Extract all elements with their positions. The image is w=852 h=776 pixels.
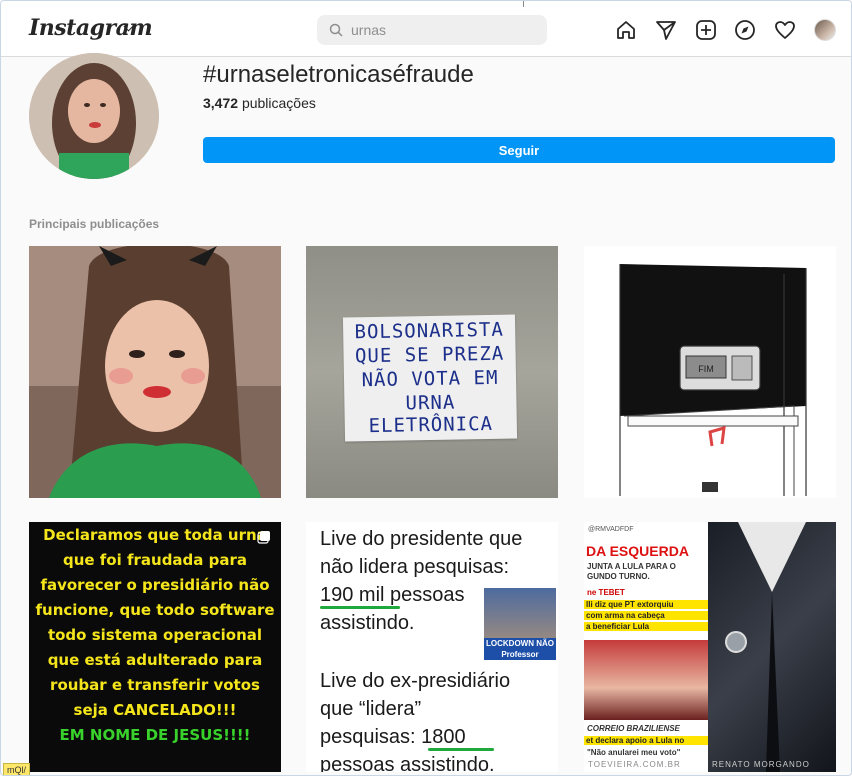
quote-line: com arma na cabeça — [584, 611, 708, 620]
green-underline — [428, 748, 494, 751]
post-text-line: funcione, que todo software — [35, 601, 275, 619]
hashtag-title: #urnaseletronicaséfraude — [203, 61, 474, 88]
sign-line: BOLSONARISTA — [354, 318, 505, 344]
post-text-line: que está adulterado para — [47, 651, 263, 669]
post-text-line: que foi fraudada para — [62, 551, 248, 569]
quote-line: et declara apoio a Lula no — [584, 736, 708, 745]
machine-screen-text: FIM — [698, 364, 714, 374]
sign-line: URNA — [405, 391, 456, 415]
voting-booth-illustration: FIM — [619, 264, 807, 496]
post-count: 3,472 publicações — [203, 95, 316, 111]
direct-message-icon[interactable] — [655, 19, 677, 41]
post-text-line: pessoas assistindo. — [320, 754, 495, 772]
search-input[interactable] — [351, 15, 531, 45]
post-thumbnail-1[interactable] — [29, 246, 281, 498]
sign-line: QUE SE PREZA — [354, 342, 505, 368]
politician-photo — [584, 640, 708, 720]
newspaper-name: CORREIO BRAZILIENSE — [587, 724, 680, 733]
account-handle: @RMVADFDF — [588, 526, 634, 533]
post-thumbnail-2[interactable]: BOLSONARISTA QUE SE PREZA NÃO VOTA EM UR… — [306, 246, 558, 498]
home-icon[interactable] — [615, 19, 637, 41]
hashtag-profile-image — [29, 53, 159, 179]
post-thumbnail-3[interactable]: FIM — [584, 246, 836, 498]
divider — [523, 1, 524, 7]
heart-icon[interactable] — [774, 19, 796, 41]
watch-illustration — [725, 522, 806, 772]
post-text-line: seja CANCELADO!!! — [73, 701, 237, 719]
quote-title: ne TEBET — [587, 588, 625, 597]
post-thumbnail-4[interactable]: Declaramos que toda urna que foi fraudad… — [29, 522, 281, 772]
lockdown-badge: LOCKDOWN NÃO Professor — [484, 638, 556, 660]
post-text-line: não lidera pesquisas: — [320, 556, 510, 578]
browser-frame: Instagram urnas #urnaseletronicaséfraude… — [0, 0, 852, 776]
post-text-line: pesquisas: 1800 — [320, 726, 466, 748]
post-count-number: 3,472 — [203, 95, 239, 111]
post-text-line: todo sistema operacional — [47, 626, 263, 644]
post-text-line: roubar e transferir votos — [50, 676, 260, 694]
post-text-line: EM NOME DE JESUS!!!! — [59, 726, 251, 744]
post-text-line: Declaramos que toda urna — [43, 526, 267, 544]
instagram-logo[interactable]: Instagram — [29, 15, 153, 41]
post-text-line: que “lidera” — [320, 698, 422, 720]
watermark: TOEVIEIRA.COM.BR — [588, 760, 681, 769]
post-thumbnail-6[interactable]: @RMVADFDF DA ESQUERDA JUNTA A LULA PARA … — [584, 522, 836, 772]
post-thumbnail-5[interactable]: Live do presidente que não lidera pesqui… — [306, 522, 558, 772]
watermark: RENATO MORGANDO — [712, 760, 810, 769]
headline: DA ESQUERDA — [584, 542, 708, 560]
green-underline — [320, 606, 400, 609]
subheadline: JUNTA A LULA PARA O — [587, 562, 676, 571]
top-navigation-bar: Instagram — [1, 1, 851, 57]
quote-line: lli diz que PT extorquiu — [584, 600, 708, 609]
portrait-photo — [29, 246, 281, 498]
sign-line: NÃO VOTA EM — [361, 366, 499, 392]
protest-sign: BOLSONARISTA QUE SE PREZA NÃO VOTA EM UR… — [342, 314, 518, 442]
search-icon — [329, 23, 343, 37]
quote-line: a beneficiar Lula — [584, 622, 708, 631]
multiple-images-icon — [257, 531, 270, 544]
quote-line: "Não anularei meu voto" — [587, 748, 681, 757]
post-text-line: 190 mil pessoas — [320, 584, 465, 606]
follow-button[interactable]: Seguir — [203, 137, 835, 163]
profile-avatar[interactable] — [814, 19, 836, 41]
top-posts-label: Principais publicações — [29, 217, 160, 231]
news-collage: @RMVADFDF DA ESQUERDA JUNTA A LULA PARA … — [584, 522, 708, 772]
embedded-photo: LOCKDOWN NÃO Professor — [484, 588, 556, 660]
post-text-line: Live do presidente que — [320, 528, 523, 550]
explore-compass-icon[interactable] — [734, 19, 756, 41]
suit-photo — [708, 522, 836, 772]
post-text-line: assistindo. — [320, 612, 415, 634]
new-post-icon[interactable] — [695, 19, 717, 41]
search-box[interactable] — [317, 15, 547, 45]
sign-line: ELETRÔNICA — [368, 412, 494, 438]
subheadline: GUNDO TURNO. — [587, 572, 650, 581]
post-text-line: Live do ex-presidiário — [320, 670, 511, 692]
post-text-line: favorecer o presidiário não — [40, 576, 270, 594]
status-tag: mQl/ — [3, 763, 30, 775]
post-count-label: publicações — [241, 95, 316, 111]
